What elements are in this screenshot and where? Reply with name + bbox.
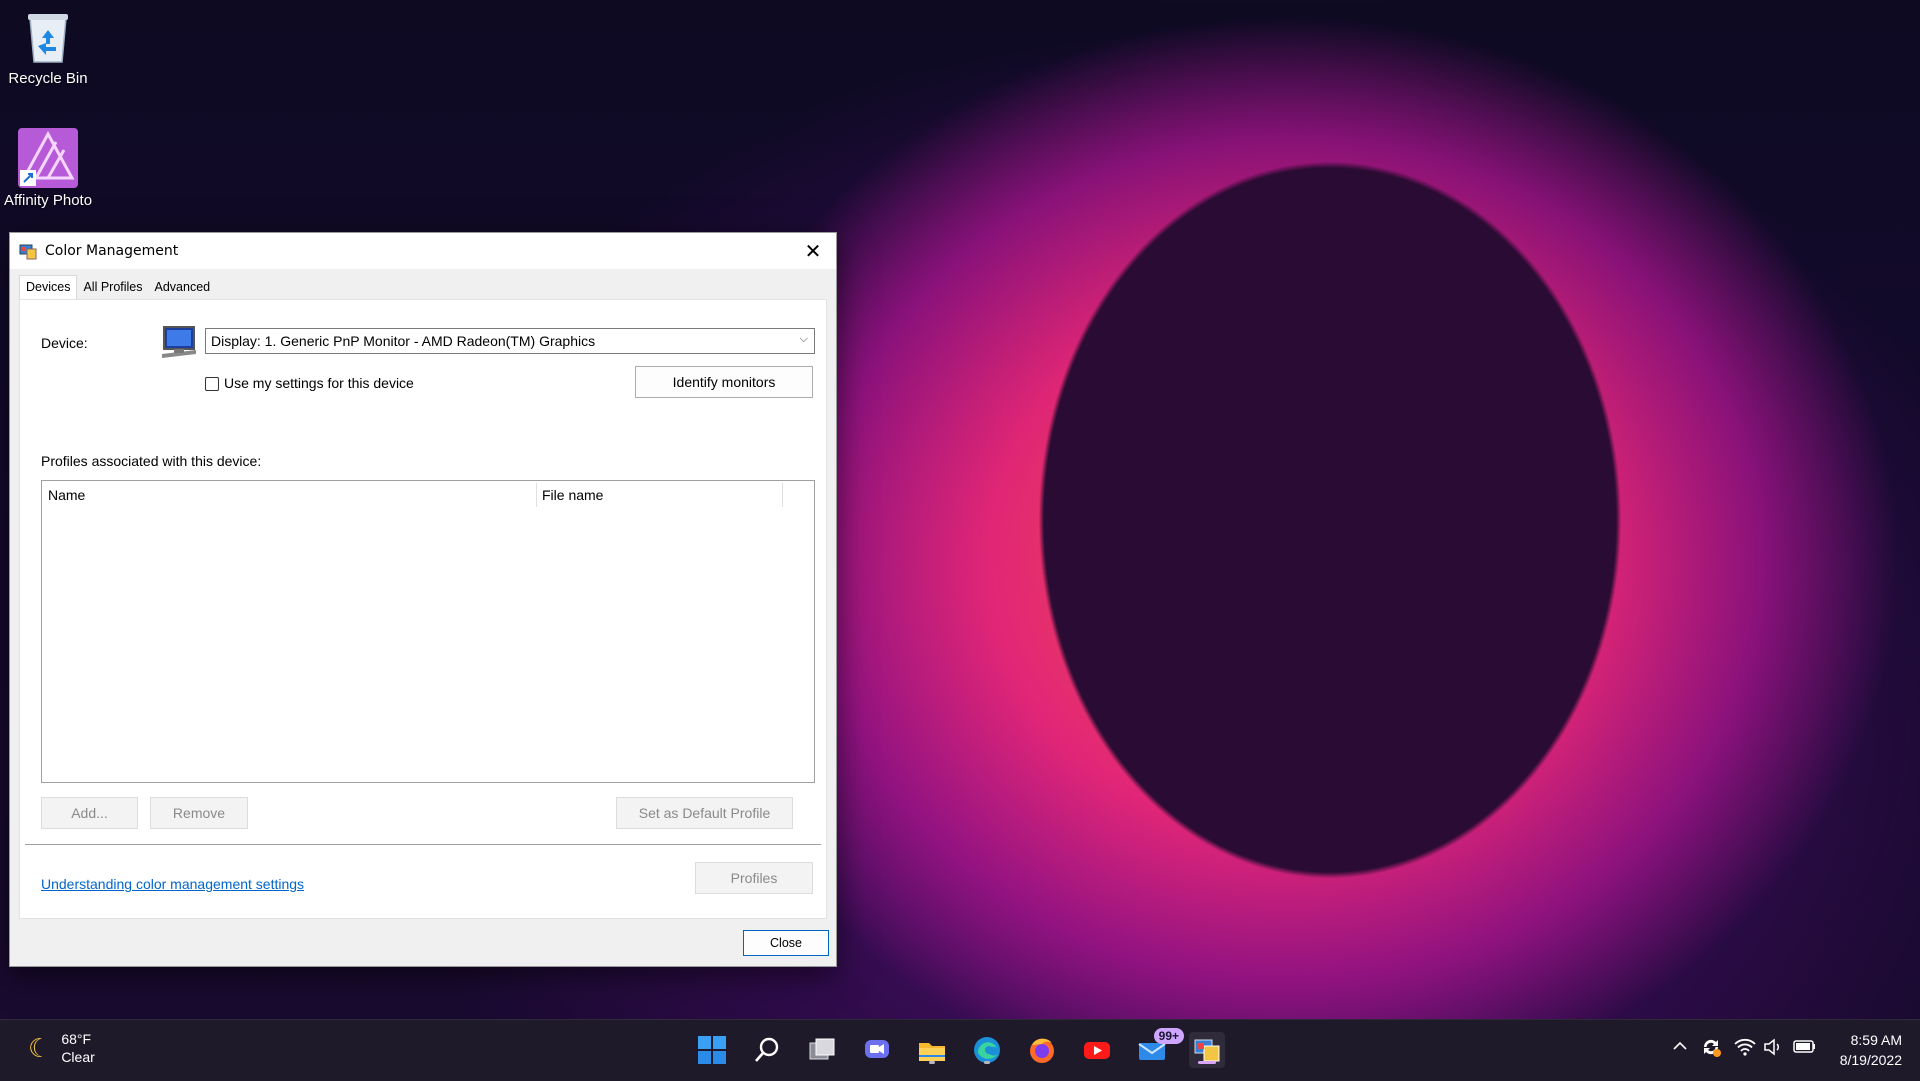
windows-logo-icon <box>698 1036 726 1064</box>
close-icon[interactable]: ✕ <box>790 233 836 269</box>
affinity-photo-icon <box>18 128 78 188</box>
youtube-icon <box>1084 1042 1110 1059</box>
weather-temperature: 68°F <box>61 1031 92 1047</box>
sync-icon[interactable] <box>1700 1036 1722 1061</box>
tab-all-profiles[interactable]: All Profiles <box>77 276 148 299</box>
use-my-settings-checkbox[interactable] <box>205 377 219 391</box>
youtube-button[interactable] <box>1079 1032 1115 1068</box>
recycle-bin-shortcut[interactable]: Recycle Bin <box>0 6 96 87</box>
wifi-icon[interactable] <box>1734 1037 1756 1060</box>
monitor-icon <box>162 326 196 358</box>
active-indicator <box>1198 1061 1216 1064</box>
chevron-up-icon <box>1673 1041 1687 1050</box>
tab-advanced[interactable]: Advanced <box>149 276 217 299</box>
moon-icon: ☾ <box>28 1032 52 1063</box>
clock-date: 8/19/2022 <box>1839 1052 1902 1068</box>
understanding-color-management-link[interactable]: Understanding color management settings <box>41 876 304 892</box>
tab-devices[interactable]: Devices <box>19 275 78 299</box>
affinity-photo-label: Affinity Photo <box>3 192 93 209</box>
tab-strip: Devices All Profiles Advanced <box>10 269 836 299</box>
divider <box>25 844 821 845</box>
mail-button[interactable]: 99+ <box>1134 1028 1184 1068</box>
weather-widget[interactable]: ☾ 68°F Clear <box>28 1030 95 1066</box>
start-button[interactable] <box>694 1032 730 1068</box>
color-management-app-icon <box>19 244 37 260</box>
column-separator[interactable] <box>782 483 783 507</box>
firefox-button[interactable] <box>1024 1032 1060 1068</box>
running-indicator <box>929 1061 935 1064</box>
column-header-name[interactable]: Name <box>42 481 536 509</box>
title-bar[interactable]: Color Management ✕ <box>10 233 836 269</box>
use-my-settings-label[interactable]: Use my settings for this device <box>224 375 414 391</box>
weather-description: Clear <box>61 1049 95 1065</box>
edge-button[interactable] <box>969 1032 1005 1068</box>
taskbar: ☾ 68°F Clear 99+ 8:59 AM 8/19/2022 <box>0 1019 1920 1081</box>
search-button[interactable] <box>749 1032 785 1068</box>
recycle-bin-label: Recycle Bin <box>8 70 88 87</box>
volume-icon[interactable] <box>1763 1037 1783 1060</box>
running-indicator <box>984 1061 990 1064</box>
file-explorer-button[interactable] <box>914 1032 950 1068</box>
chevron-down-icon: ⌵ <box>799 333 808 345</box>
search-icon <box>755 1037 779 1062</box>
device-label: Device: <box>41 335 88 351</box>
device-dropdown[interactable]: Display: 1. Generic PnP Monitor - AMD Ra… <box>205 328 815 354</box>
identify-monitors-button[interactable]: Identify monitors <box>635 366 813 398</box>
affinity-photo-shortcut[interactable]: Affinity Photo <box>0 128 96 209</box>
set-default-profile-button[interactable]: Set as Default Profile <box>616 797 793 829</box>
remove-button[interactable]: Remove <box>150 797 248 829</box>
task-view-button[interactable] <box>804 1032 840 1068</box>
clock-time: 8:59 AM <box>1850 1032 1902 1048</box>
chat-button[interactable] <box>859 1032 895 1068</box>
devices-panel: Device: Display: 1. Generic PnP Monitor … <box>19 299 827 919</box>
teams-chat-icon <box>865 1040 889 1058</box>
show-hidden-icons-chevron[interactable] <box>1672 1038 1688 1057</box>
battery-icon[interactable] <box>1793 1039 1817 1058</box>
profiles-associated-label: Profiles associated with this device: <box>41 453 262 469</box>
column-header-file-name[interactable]: File name <box>536 481 782 509</box>
dialog-title: Color Management <box>45 243 179 259</box>
task-view-icon <box>809 1038 835 1060</box>
profiles-button[interactable]: Profiles <box>695 862 813 894</box>
color-management-dialog: Color Management ✕ Devices All Profiles … <box>9 232 837 967</box>
mail-badge: 99+ <box>1153 1028 1184 1044</box>
profiles-list[interactable]: Name File name <box>41 480 815 783</box>
firefox-icon <box>1030 1038 1054 1063</box>
add-button[interactable]: Add... <box>41 797 138 829</box>
close-button[interactable]: Close <box>743 930 829 956</box>
recycle-bin-icon <box>18 6 78 66</box>
device-dropdown-value: Display: 1. Generic PnP Monitor - AMD Ra… <box>211 333 596 349</box>
clock[interactable]: 8:59 AM 8/19/2022 <box>1840 1030 1902 1070</box>
color-management-taskbar-button[interactable] <box>1189 1032 1225 1068</box>
